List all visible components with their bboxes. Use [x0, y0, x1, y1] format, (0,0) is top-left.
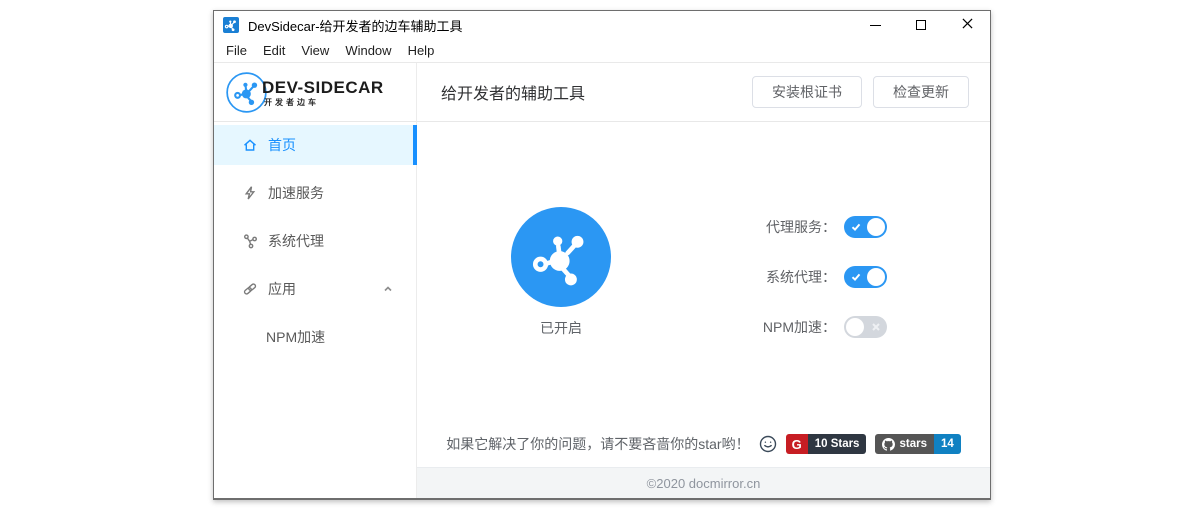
github-stars-badge[interactable]: stars 14 [875, 434, 960, 454]
github-stars-count: 14 [934, 434, 961, 454]
gitee-stars-badge[interactable]: G 10 Stars [786, 434, 867, 454]
sidebar-item-home[interactable]: 首页 [214, 125, 416, 165]
toggle-knob [846, 318, 864, 336]
menu-edit[interactable]: Edit [255, 40, 293, 61]
maximize-icon [916, 20, 926, 30]
minimize-icon [870, 25, 881, 26]
star-callout: 如果它解决了你的问题，请不要吝啬你的star哟！ G 10 Stars [417, 434, 990, 454]
service-status: 已开启 [511, 207, 611, 338]
menu-view[interactable]: View [293, 40, 337, 61]
lightning-icon [242, 185, 258, 201]
smiley-icon [759, 435, 777, 453]
sidebar-item-label: 加速服务 [268, 183, 324, 203]
molecule-icon [528, 224, 594, 290]
sidebar-item-acceleration[interactable]: 加速服务 [214, 173, 416, 213]
chevron-up-icon [382, 283, 394, 295]
menu-bar: File Edit View Window Help [214, 39, 990, 63]
app-window: DevSidecar-给开发者的边车辅助工具 File Edit View Wi… [213, 10, 991, 500]
minimize-button[interactable] [852, 11, 898, 39]
home-content: 已开启 代理服务： 系统代理： [417, 122, 990, 467]
github-badge-label: stars [899, 438, 927, 450]
x-icon [871, 316, 881, 338]
main-panel: 给开发者的辅助工具 安装根证书 检查更新 [417, 63, 990, 498]
app-logo-icon [223, 17, 239, 33]
install-root-cert-button[interactable]: 安装根证书 [752, 76, 862, 108]
proxy-service-label: 代理服务： [726, 217, 836, 237]
npm-acceleration-toggle[interactable] [844, 316, 887, 338]
brand-header: DEV-SIDECAR 开发者边车 [214, 63, 416, 122]
gitee-icon: G [786, 434, 808, 454]
sidebar-item-label: NPM加速 [266, 327, 325, 347]
check-icon [851, 266, 861, 288]
menu-file[interactable]: File [218, 40, 255, 61]
share-nodes-icon [242, 233, 258, 249]
close-button[interactable] [944, 11, 990, 39]
page-title: 给开发者的辅助工具 [441, 80, 585, 104]
title-bar: DevSidecar-给开发者的边车辅助工具 [214, 11, 990, 39]
brand-subtitle: 开发者边车 [264, 97, 384, 108]
brand-title: DEV-SIDECAR [262, 79, 384, 97]
menu-window[interactable]: Window [337, 40, 399, 61]
sidebar-item-apps[interactable]: 应用 [214, 269, 416, 309]
window-title: DevSidecar-给开发者的边车辅助工具 [248, 16, 463, 35]
maximize-button[interactable] [898, 11, 944, 39]
toggle-knob [867, 218, 885, 236]
link-icon [242, 281, 258, 297]
footer: ©2020 docmirror.cn [417, 467, 990, 498]
sidebar-item-system-proxy[interactable]: 系统代理 [214, 221, 416, 261]
github-icon [882, 438, 895, 451]
page-header: 给开发者的辅助工具 安装根证书 检查更新 [417, 63, 990, 122]
toggle-knob [867, 268, 885, 286]
switch-group: 代理服务： 系统代理： NPM加速： [726, 216, 887, 366]
star-message: 如果它解决了你的问题，请不要吝啬你的star哟！ [446, 434, 749, 454]
sidebar-item-label: 系统代理 [268, 231, 324, 251]
sidebar-menu: 首页 加速服务 系统代理 [214, 122, 416, 365]
status-label: 已开启 [511, 318, 611, 338]
check-update-button[interactable]: 检查更新 [873, 76, 969, 108]
home-icon [242, 137, 258, 153]
system-proxy-toggle[interactable] [844, 266, 887, 288]
sidebar-item-label: 首页 [268, 135, 296, 155]
system-proxy-label: 系统代理： [726, 267, 836, 287]
copyright-text: ©2020 docmirror.cn [647, 476, 761, 491]
proxy-service-toggle[interactable] [844, 216, 887, 238]
sidebar: DEV-SIDECAR 开发者边车 首页 加速服务 [214, 63, 417, 498]
window-controls [852, 11, 990, 39]
npm-acceleration-label: NPM加速： [726, 317, 836, 337]
status-circle-button[interactable] [511, 207, 611, 307]
menu-help[interactable]: Help [400, 40, 443, 61]
close-icon [962, 16, 973, 34]
sidebar-item-npm-acceleration[interactable]: NPM加速 [214, 317, 416, 357]
gitee-stars-count: 10 Stars [808, 434, 867, 454]
sidebar-item-label: 应用 [268, 279, 296, 299]
check-icon [851, 216, 861, 238]
